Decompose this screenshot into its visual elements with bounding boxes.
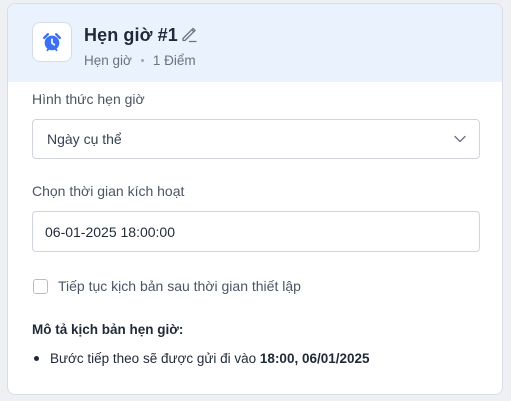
activation-time-label: Chọn thời gian kích hoạt (32, 183, 185, 199)
edit-pencil-icon[interactable] (180, 25, 198, 43)
timer-step-card: Hẹn giờ #1 Hẹn giờ 1 Điểm Hình thức hẹn … (7, 3, 503, 395)
schedule-type-label: Hình thức hẹn giờ (32, 91, 145, 107)
description-text: Bước tiếp theo sẽ được gửi đi vào 18:00,… (50, 351, 370, 366)
continue-checkbox-label[interactable]: Tiếp tục kịch bản sau thời gian thiết lậ… (58, 278, 301, 294)
bullet-dot (34, 356, 39, 361)
description-datetime: 18:00, 06/01/2025 (259, 351, 370, 366)
step-type-label: Hẹn giờ (84, 53, 132, 68)
separator-dot (140, 59, 144, 62)
activation-time-input[interactable] (32, 211, 480, 252)
schedule-type-value: Ngày cụ thể (47, 131, 122, 147)
step-subtitle: Hẹn giờ 1 Điểm (84, 53, 196, 68)
step-title: Hẹn giờ #1 (84, 25, 178, 45)
schedule-type-select[interactable]: Ngày cụ thể (32, 119, 480, 159)
card-header: Hẹn giờ #1 Hẹn giờ 1 Điểm (8, 4, 502, 82)
description-prefix: Bước tiếp theo sẽ được gửi đi vào (50, 351, 260, 366)
chevron-down-icon (454, 135, 466, 143)
alarm-clock-icon (43, 33, 61, 52)
description-title: Mô tả kịch bản hẹn giờ: (32, 322, 184, 337)
description-item: Bước tiếp theo sẽ được gửi đi vào 18:00,… (32, 351, 370, 366)
step-icon-box (32, 22, 72, 62)
step-points-label: 1 Điểm (152, 53, 196, 68)
continue-checkbox[interactable] (33, 279, 48, 294)
